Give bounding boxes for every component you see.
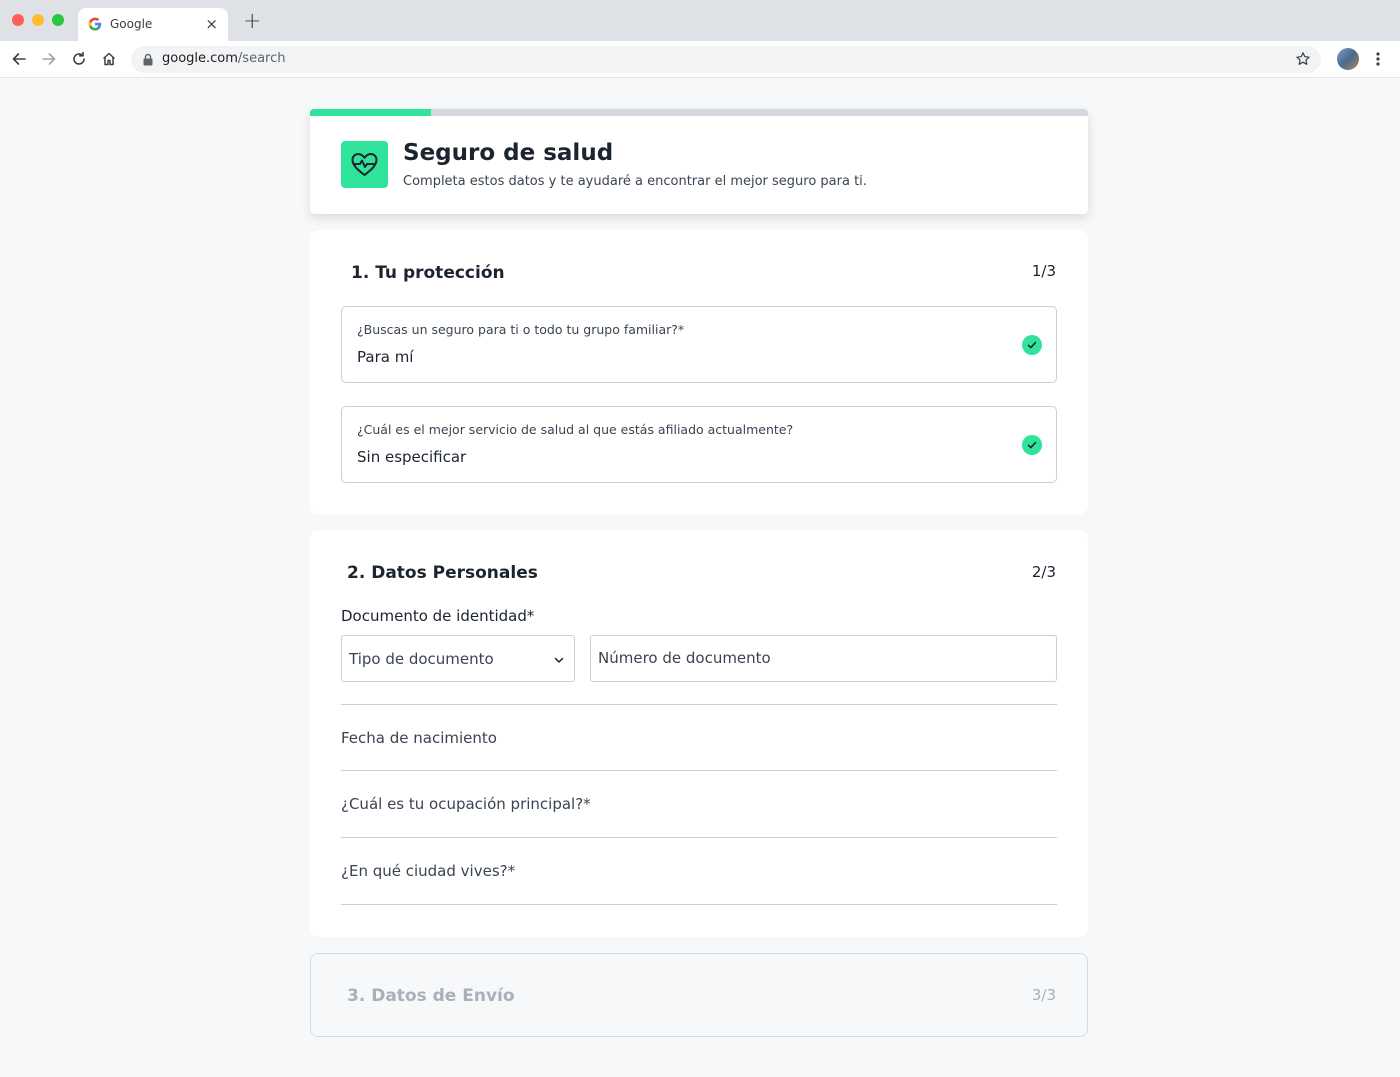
minimize-window-button[interactable] xyxy=(32,14,44,26)
url-text: google.com/search xyxy=(162,51,286,66)
section-shipping-data[interactable]: 3. Datos de Envío 3/3 xyxy=(310,953,1088,1037)
document-number-field[interactable] xyxy=(590,635,1057,682)
browser-tab-bar: Google × + xyxy=(0,0,1400,41)
chevron-down-icon xyxy=(554,657,564,663)
answer-current-health-service[interactable]: ¿Cuál es el mejor servicio de salud al q… xyxy=(341,406,1057,483)
section-step: 1/3 xyxy=(1031,262,1056,280)
birthdate-label: Fecha de nacimiento xyxy=(341,729,497,747)
answer-group-coverage[interactable]: ¿Buscas un seguro para ti o todo tu grup… xyxy=(341,306,1057,383)
answer-value: Para mí xyxy=(357,348,414,366)
health-logo xyxy=(341,141,388,188)
browser-toolbar: google.com/search xyxy=(0,41,1400,78)
page-subtitle: Completa estos datos y te ayudaré a enco… xyxy=(403,174,867,189)
city-label: ¿En qué ciudad vives?* xyxy=(341,862,516,880)
section-personal-data: 2. Datos Personales 2/3 Documento de ide… xyxy=(310,530,1088,937)
check-icon xyxy=(1022,335,1042,355)
tab-title: Google xyxy=(110,17,153,31)
question-label: ¿Cuál es el mejor servicio de salud al q… xyxy=(357,422,794,437)
document-type-placeholder: Tipo de documento xyxy=(349,650,494,668)
form-progress-fill xyxy=(310,109,431,116)
section-title: 1. Tu protección xyxy=(351,263,505,283)
check-icon xyxy=(1022,435,1042,455)
heart-pulse-icon xyxy=(351,153,378,176)
form-header-card: Seguro de salud Completa estos datos y t… xyxy=(310,109,1088,214)
city-field[interactable]: ¿En qué ciudad vives?* xyxy=(341,838,1057,905)
forward-icon[interactable] xyxy=(39,49,59,69)
page-title: Seguro de salud xyxy=(403,140,614,166)
birthdate-field[interactable]: Fecha de nacimiento xyxy=(341,704,1057,771)
profile-avatar[interactable] xyxy=(1337,48,1359,70)
maximize-window-button[interactable] xyxy=(52,14,64,26)
form-progress-bar xyxy=(310,109,1088,116)
document-number-input[interactable] xyxy=(598,649,1038,667)
document-label: Documento de identidad* xyxy=(341,607,535,625)
new-tab-button[interactable]: + xyxy=(243,11,261,33)
section-title: 3. Datos de Envío xyxy=(347,986,515,1006)
document-type-select[interactable]: Tipo de documento xyxy=(341,635,575,682)
browser-menu-icon[interactable] xyxy=(1372,49,1384,69)
section-step: 2/3 xyxy=(1031,563,1056,581)
occupation-field[interactable]: ¿Cuál es tu ocupación principal?* xyxy=(341,771,1057,838)
browser-tab[interactable]: Google × xyxy=(78,8,228,41)
tab-close-icon[interactable]: × xyxy=(205,15,218,33)
reload-icon[interactable] xyxy=(69,49,89,69)
close-window-button[interactable] xyxy=(12,14,24,26)
section-title: 2. Datos Personales xyxy=(347,563,538,583)
lock-icon xyxy=(143,53,153,66)
answer-value: Sin especificar xyxy=(357,448,467,466)
occupation-label: ¿Cuál es tu ocupación principal?* xyxy=(341,795,591,813)
section-step: 3/3 xyxy=(1031,986,1056,1004)
url-host: google.com xyxy=(162,51,238,66)
section-protection: 1. Tu protección 1/3 ¿Buscas un seguro p… xyxy=(310,230,1088,514)
address-bar[interactable]: google.com/search xyxy=(131,46,1321,73)
question-label: ¿Buscas un seguro para ti o todo tu grup… xyxy=(357,322,685,337)
bookmark-star-icon[interactable] xyxy=(1295,51,1311,67)
url-path: /search xyxy=(237,51,286,66)
home-icon[interactable] xyxy=(99,49,119,69)
back-icon[interactable] xyxy=(9,49,29,69)
google-favicon-icon xyxy=(88,17,102,31)
